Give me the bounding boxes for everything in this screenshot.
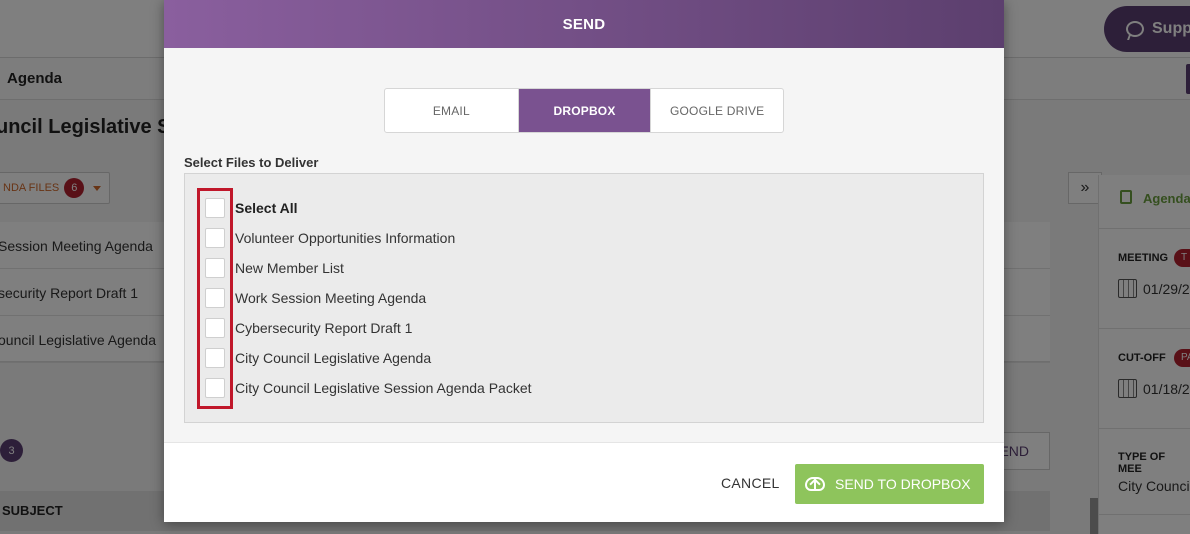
send-button-label: SEND TO DROPBOX [835,476,971,492]
tab-email[interactable]: EMAIL [385,89,518,132]
file-label[interactable]: New Member List [235,260,344,276]
file-label[interactable]: Work Session Meeting Agenda [235,290,426,306]
file-row[interactable]: Cybersecurity Report Draft 1 [205,316,412,340]
file-row[interactable]: Volunteer Opportunities Information [205,226,455,250]
file-row[interactable]: City Council Legislative Session Agenda … [205,376,532,400]
cloud-upload-icon [805,477,825,491]
file-label[interactable]: City Council Legislative Session Agenda … [235,380,532,396]
file-label[interactable]: Cybersecurity Report Draft 1 [235,320,412,336]
files-section-label: Select Files to Deliver [184,155,319,170]
destination-tabs: EMAIL DROPBOX GOOGLE DRIVE [384,88,784,133]
checkbox-highlight-annotation [197,188,233,409]
tab-dropbox[interactable]: DROPBOX [517,89,651,132]
modal-body: EMAIL DROPBOX GOOGLE DRIVE Select Files … [164,48,1004,442]
send-to-dropbox-button[interactable]: SEND TO DROPBOX [795,464,984,504]
file-row[interactable]: Work Session Meeting Agenda [205,286,426,310]
files-checklist: Select All Volunteer Opportunities Infor… [184,173,984,423]
modal-footer: CANCEL SEND TO DROPBOX [164,442,1004,522]
select-all-label[interactable]: Select All [235,200,298,216]
modal-title: SEND [164,0,1004,48]
send-modal: SEND EMAIL DROPBOX GOOGLE DRIVE Select F… [164,0,1004,522]
tab-google-drive[interactable]: GOOGLE DRIVE [650,89,783,132]
file-label[interactable]: Volunteer Opportunities Information [235,230,455,246]
file-row[interactable]: City Council Legislative Agenda [205,346,431,370]
cancel-button[interactable]: CANCEL [721,475,780,491]
file-label[interactable]: City Council Legislative Agenda [235,350,431,366]
